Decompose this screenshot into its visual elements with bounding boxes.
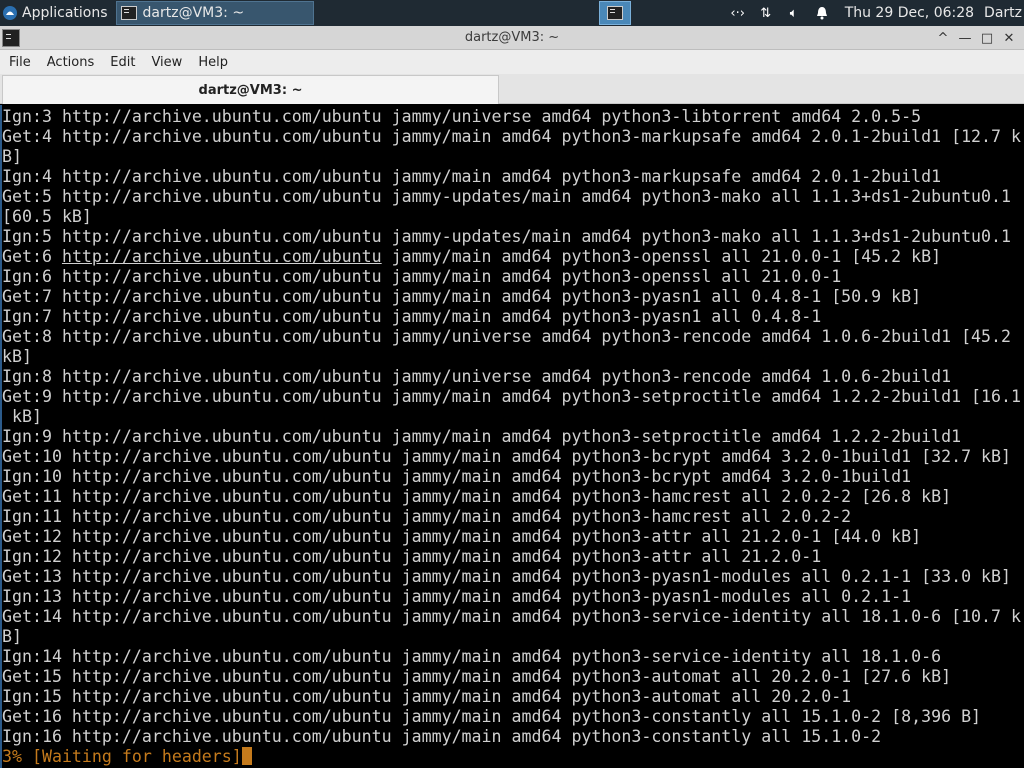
terminal-line: Get:13 http://archive.ubuntu.com/ubuntu … [2,567,1012,586]
terminal-line: Ign:7 http://archive.ubuntu.com/ubuntu j… [2,307,822,326]
applications-label: Applications [22,5,108,21]
menu-file[interactable]: File [0,55,38,70]
tab-terminal[interactable]: dartz@VM3: ~ [2,75,499,104]
terminal-line: Ign:8 http://archive.ubuntu.com/ubuntu j… [2,367,952,386]
clock[interactable]: Thu 29 Dec, 06:28 [845,5,974,21]
terminal-line: Ign:15 http://archive.ubuntu.com/ubuntu … [2,687,852,706]
terminal-line: Ign:6 http://archive.ubuntu.com/ubuntu j… [2,267,842,286]
user-menu[interactable]: Dartz [984,5,1022,21]
shade-button[interactable]: ^ [932,31,954,46]
terminal-line: Get:11 http://archive.ubuntu.com/ubuntu … [2,487,952,506]
terminal-output[interactable]: Ign:3 http://archive.ubuntu.com/ubuntu j… [0,105,1024,768]
transfer-icon[interactable]: ⇅ [757,4,775,22]
terminal-line: Ign:4 http://archive.ubuntu.com/ubuntu j… [2,167,942,186]
xfce-logo-icon [3,6,17,20]
terminal-line: Get:16 http://archive.ubuntu.com/ubuntu … [2,707,982,726]
system-tray: ‹·› ⇅ 🔈︎ Thu 29 Dec, 06:28 Dartz [729,0,1024,26]
window-titlebar[interactable]: dartz@VM3: ~ ^ — □ ✕ [0,26,1024,50]
terminal-line: Ign:9 http://archive.ubuntu.com/ubuntu j… [2,427,962,446]
status-text: 3% [Waiting for headers] [2,747,242,766]
volume-icon[interactable]: 🔈︎ [785,4,803,22]
terminal-line: Get:5 http://archive.ubuntu.com/ubuntu j… [2,187,1012,206]
terminal-line: Ign:13 http://archive.ubuntu.com/ubuntu … [2,587,912,606]
maximize-button[interactable]: □ [976,31,998,46]
terminal-line: Get:14 http://archive.ubuntu.com/ubuntu … [2,607,1022,626]
terminal-line: Ign:5 http://archive.ubuntu.com/ubuntu j… [2,227,1012,246]
applications-menu-button[interactable]: Applications [0,0,112,26]
terminal-line: Get:15 http://archive.ubuntu.com/ubuntu … [2,667,952,686]
bell-icon[interactable] [813,4,831,22]
network-arrows-icon[interactable]: ‹·› [729,4,747,22]
menu-help[interactable]: Help [189,55,235,70]
menu-actions[interactable]: Actions [38,55,102,70]
terminal-line: B] [2,627,22,646]
terminal-line: Get:4 http://archive.ubuntu.com/ubuntu j… [2,127,1022,146]
terminal-line: Ign:11 http://archive.ubuntu.com/ubuntu … [2,507,852,526]
terminal-icon[interactable] [2,29,20,47]
progress-status-line: 3% [Waiting for headers] [2,747,1021,767]
terminal-line: Get:6 http://archive.ubuntu.com/ubuntu j… [2,247,942,266]
terminal-line: kB] [2,407,42,426]
window-controls: ^ — □ ✕ [932,26,1020,50]
terminal-line: Ign:16 http://archive.ubuntu.com/ubuntu … [2,727,882,746]
terminal-line: kB] [2,347,32,366]
tab-bar: dartz@VM3: ~ [0,74,1024,104]
terminal-line: Ign:12 http://archive.ubuntu.com/ubuntu … [2,547,822,566]
terminal-cursor [241,747,252,765]
terminal-line: Get:12 http://archive.ubuntu.com/ubuntu … [2,527,922,546]
terminal-line: Get:9 http://archive.ubuntu.com/ubuntu j… [2,387,1022,406]
menu-bar: File Actions Edit View Help [0,50,1024,74]
terminal-icon [607,6,623,20]
terminal-line: Ign:10 http://archive.ubuntu.com/ubuntu … [2,467,912,486]
taskbar-item-label: dartz@VM3: ~ [142,5,245,21]
minimize-button[interactable]: — [954,31,976,46]
menu-edit[interactable]: Edit [101,55,142,70]
taskbar-item-terminal[interactable]: dartz@VM3: ~ [115,1,314,25]
terminal-line: Ign:14 http://archive.ubuntu.com/ubuntu … [2,647,942,666]
terminal-line: Ign:3 http://archive.ubuntu.com/ubuntu j… [2,107,922,126]
terminal-line: Get:8 http://archive.ubuntu.com/ubuntu j… [2,327,1012,346]
terminal-line: Get:7 http://archive.ubuntu.com/ubuntu j… [2,287,922,306]
terminal-icon [120,6,137,20]
window-title: dartz@VM3: ~ [464,30,560,45]
hovered-link[interactable]: http://archive.ubuntu.com/ubuntu [62,247,382,266]
menu-view[interactable]: View [142,55,189,70]
top-panel: Applications dartz@VM3: ~ ‹·› ⇅ 🔈︎ Thu 2… [0,0,1024,26]
close-button[interactable]: ✕ [998,31,1020,46]
terminal-line: [60.5 kB] [2,207,92,226]
workspace-switcher-button[interactable] [599,1,631,25]
terminal-lines: Ign:3 http://archive.ubuntu.com/ubuntu j… [2,107,1021,767]
terminal-line: B] [2,147,22,166]
terminal-line: Get:10 http://archive.ubuntu.com/ubuntu … [2,447,1012,466]
